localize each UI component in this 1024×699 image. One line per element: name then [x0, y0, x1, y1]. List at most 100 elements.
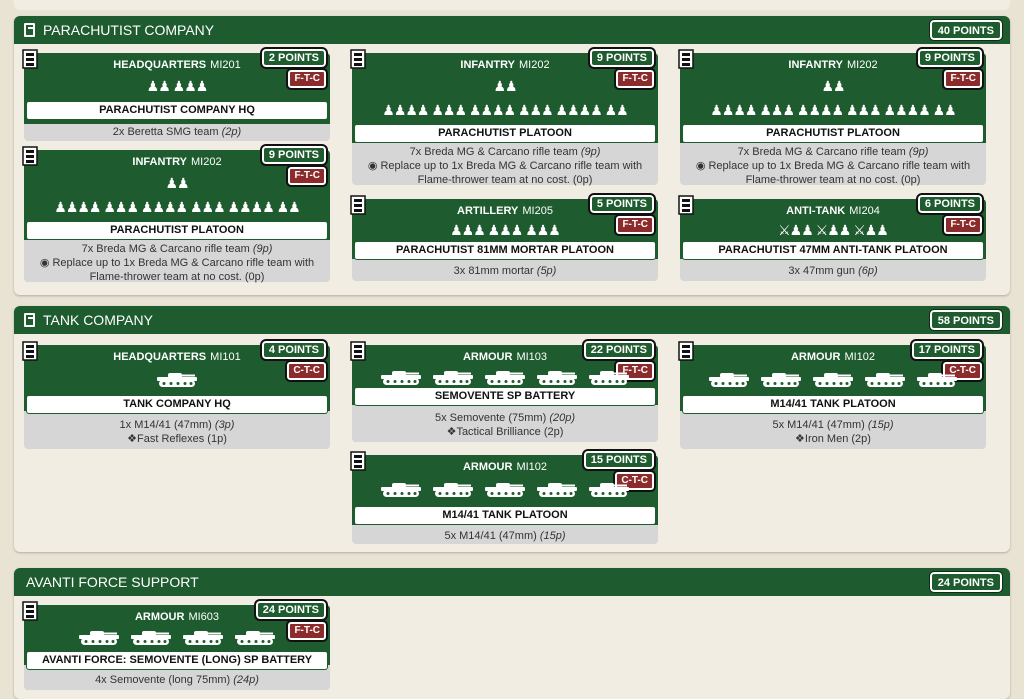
unit-option-line: 1x M14/41 (47mm) (3p) — [119, 419, 235, 431]
unit-name-bar[interactable]: PARACHUTIST PLATOON — [354, 124, 656, 143]
team-figures-row-2: ♟♟♟♟ ♟♟♟ ♟♟♟♟ ♟♟♟ ♟♟♟♟ ♟♟ — [54, 200, 300, 214]
tank-icon — [589, 483, 629, 497]
unit-description: 1x M14/41 (47mm) (3p) ❖Fast Reflexes (1p) — [28, 418, 326, 446]
unit-option-line: 4x Semovente (long 75mm) (24p) — [95, 674, 259, 686]
unit-option-line: 5x M14/41 (47mm) (15p) — [772, 419, 894, 431]
unit-option-line: ◉ Replace up to 1x Breda MG & Carcano ri… — [367, 160, 643, 186]
unit-name-bar[interactable]: M14/41 TANK PLATOON — [354, 506, 656, 525]
section-title: AVANTI FORCE SUPPORT — [26, 574, 199, 590]
section-points-badge: 24 POINTS — [928, 571, 1004, 593]
tank-icon — [917, 373, 957, 387]
skill-icon: ❖ — [795, 433, 805, 445]
unit-points-badge: 15 POINTS — [581, 449, 657, 471]
unit-name-bar[interactable]: PARACHUTIST PLATOON — [682, 124, 984, 143]
unit-name-bar[interactable]: PARACHUTIST COMPANY HQ — [26, 101, 328, 120]
unit-name-bar[interactable]: SEMOVENTE SP BATTERY — [354, 387, 656, 406]
unit-points-badge: 22 POINTS — [581, 339, 657, 361]
section-header[interactable]: TANK COMPANY 58 POINTS — [14, 306, 1010, 334]
unit-card[interactable]: INFANTRY MI202 9 POINTS F-T-C ♟♟ ♟♟♟♟ ♟♟♟ ♟♟♟… — [678, 47, 986, 187]
unit-points-badge: 9 POINTS — [259, 144, 329, 166]
tank-icon — [79, 631, 119, 645]
unit-card[interactable]: ANTI-TANK MI204 6 POINTS F-T-C ⚔♟♟ ⚔♟♟ ⚔♟♟ PA… — [678, 193, 986, 281]
section-title: TANK COMPANY — [43, 312, 153, 328]
unit-points-badge: 6 POINTS — [915, 193, 985, 215]
unit-card[interactable]: INFANTRY MI202 9 POINTS F-T-C ♟♟ ♟♟♟♟ ♟♟♟ ♟♟♟… — [350, 47, 658, 187]
unit-card[interactable]: ARMOUR MI603 24 POINTS F-T-C AVANTI FORCE: S… — [22, 599, 330, 690]
team-figures-row-2: ♟♟♟♟ ♟♟♟ ♟♟♟♟ ♟♟♟ ♟♟♟♟ ♟♟ — [710, 103, 956, 117]
unit-description: 5x M14/41 (47mm) (15p) ❖Iron Men (2p) — [684, 418, 982, 446]
team-figures: ⚔♟♟ ⚔♟♟ ⚔♟♟ — [778, 223, 889, 237]
tank-figures — [352, 369, 658, 389]
unit-option-line: 5x Semovente (75mm) (20p) — [434, 412, 575, 424]
unit-option-line: 7x Breda MG & Carcano rifle team (9p) — [737, 146, 929, 158]
tank-figures — [24, 629, 330, 649]
unit-card[interactable]: ARMOUR MI103 22 POINTS F-T-C SEMOVENTE SP BA… — [350, 339, 658, 442]
tank-figures — [24, 371, 330, 391]
unit-option-line: 5x M14/41 (47mm) (15p) — [444, 530, 566, 542]
team-figures: ♟♟ — [493, 79, 517, 93]
team-figures: ♟♟ — [165, 176, 189, 190]
unit-description: 7x Breda MG & Carcano rifle team (9p) ◉ R… — [684, 145, 982, 187]
section-points-badge: 40 POINTS — [928, 19, 1004, 41]
unit-description: 3x 81mm mortar (5p) — [356, 264, 654, 278]
tank-icon — [485, 371, 525, 385]
unit-card[interactable]: HEADQUARTERS MI201 2 POINTS F-T-C ♟♟ ♟♟♟ PARA… — [22, 47, 330, 141]
unit-name-bar[interactable]: PARACHUTIST PLATOON — [26, 221, 328, 240]
unit-card[interactable]: ARMOUR MI102 17 POINTS C-T-C M14/41 TANK PLA… — [678, 339, 986, 449]
unit-description: 7x Breda MG & Carcano rifle team (9p) ◉ R… — [356, 145, 654, 187]
unit-points-badge: 5 POINTS — [587, 193, 657, 215]
team-figures: ♟♟ — [821, 79, 845, 93]
unit-points-badge: 2 POINTS — [259, 47, 329, 69]
tank-icon — [157, 373, 197, 387]
unit-card[interactable]: HEADQUARTERS MI101 4 POINTS C-T-C TANK COMPA… — [22, 339, 330, 449]
unit-option-line: 2x Beretta SMG team (2p) — [112, 126, 242, 138]
document-icon — [24, 23, 35, 37]
unit-name-bar[interactable]: AVANTI FORCE: SEMOVENTE (LONG) SP BATTER… — [26, 651, 328, 670]
unit-option-line: 3x 47mm gun (6p) — [788, 265, 878, 277]
unit-points-badge: 17 POINTS — [909, 339, 985, 361]
unit-name-bar[interactable]: PARACHUTIST 81MM MORTAR PLATOON — [354, 241, 656, 260]
unit-option-line: 7x Breda MG & Carcano rifle team (9p) — [409, 146, 601, 158]
tank-icon — [761, 373, 801, 387]
tank-icon — [381, 371, 421, 385]
tank-icon — [537, 483, 577, 497]
unit-description: 7x Breda MG & Carcano rifle team (9p) ◉ R… — [28, 242, 326, 284]
tank-icon — [537, 371, 577, 385]
unit-card[interactable]: ARTILLERY MI205 5 POINTS F-T-C ♟♟♟ ♟♟♟ ♟♟♟ PA… — [350, 193, 658, 281]
unit-option-line: ❖Tactical Brilliance (2p) — [446, 426, 564, 438]
unit-points-badge: 24 POINTS — [253, 599, 329, 621]
tank-icon — [865, 373, 905, 387]
unit-description: 3x 47mm gun (6p) — [684, 264, 982, 278]
unit-option-line: 3x 81mm mortar (5p) — [453, 265, 557, 277]
unit-name-bar[interactable]: PARACHUTIST 47MM ANTI-TANK PLATOON — [682, 241, 984, 260]
tank-icon — [183, 631, 223, 645]
unit-option-line: 7x Breda MG & Carcano rifle team (9p) — [81, 243, 273, 255]
unit-description: 5x M14/41 (47mm) (15p) — [356, 529, 654, 543]
section-header[interactable]: PARACHUTIST COMPANY 40 POINTS — [14, 16, 1010, 44]
unit-points-badge: 9 POINTS — [915, 47, 985, 69]
tank-icon — [589, 371, 629, 385]
unit-option-line: ❖Iron Men (2p) — [795, 433, 871, 445]
tank-icon — [381, 483, 421, 497]
tank-figures — [352, 481, 658, 501]
unit-option-line: ◉ Replace up to 1x Breda MG & Carcano ri… — [39, 257, 315, 283]
tank-figures — [680, 371, 986, 391]
unit-description: 2x Beretta SMG team (2p) — [28, 125, 326, 139]
skill-icon: ❖ — [446, 426, 457, 438]
unit-card[interactable]: INFANTRY MI202 9 POINTS F-T-C ♟♟ ♟♟♟♟ ♟♟♟ ♟♟♟… — [22, 144, 330, 284]
previous-section-bottom — [14, 0, 1010, 10]
section-points-badge: 58 POINTS — [928, 309, 1004, 331]
team-figures-row-2: ♟♟♟♟ ♟♟♟ ♟♟♟♟ ♟♟♟ ♟♟♟♟ ♟♟ — [382, 103, 628, 117]
unit-card[interactable]: ARMOUR MI102 15 POINTS C-T-C M14/41 TANK PLA… — [350, 449, 658, 544]
unit-name-bar[interactable]: TANK COMPANY HQ — [26, 395, 328, 414]
tank-icon — [485, 483, 525, 497]
skill-icon: ❖ — [127, 433, 137, 445]
section-header[interactable]: AVANTI FORCE SUPPORT 24 POINTS — [14, 568, 1010, 596]
tank-icon — [709, 373, 749, 387]
tank-icon — [131, 631, 171, 645]
tank-icon — [433, 483, 473, 497]
unit-name-bar[interactable]: M14/41 TANK PLATOON — [682, 395, 984, 414]
tank-icon — [235, 631, 275, 645]
unit-option-line: ◉ Replace up to 1x Breda MG & Carcano ri… — [695, 160, 971, 186]
unit-option-line: ❖Fast Reflexes (1p) — [127, 433, 227, 445]
